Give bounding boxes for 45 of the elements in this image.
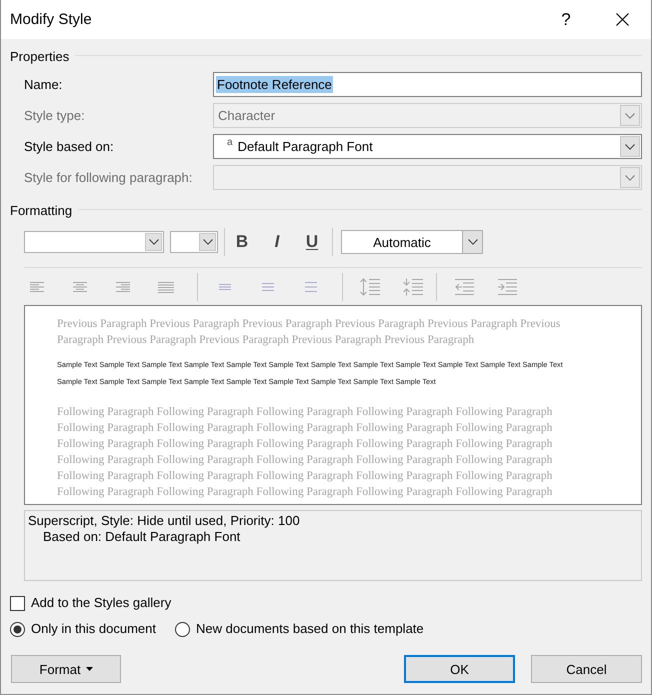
cancel-button[interactable]: Cancel <box>531 655 642 683</box>
dropdown-field[interactable]: a Default Paragraph Font <box>213 134 642 159</box>
radio-label[interactable]: New documents based on this template <box>196 621 424 637</box>
dropdown-button[interactable] <box>620 136 640 157</box>
color-value: Automatic <box>372 234 432 250</box>
dropdown-button[interactable] <box>462 231 482 253</box>
previous-paragraph-text: Previous Paragraph Previous Paragraph Previous Paragraph Previous Paragraph Previous Paragraph Previous Paragraph Previous Paragraph Previous Paragraph Previous Paragraph Previous Paragraph <box>57 317 562 348</box>
chevron-down-icon <box>625 112 635 118</box>
font-field[interactable] <box>24 231 164 253</box>
chevron-down-icon <box>468 239 478 245</box>
description-text: Superscript, Style: Hide until used, Priority: 100 <box>28 513 300 529</box>
group-heading: Formatting <box>10 203 72 219</box>
group-heading: Properties <box>10 49 70 65</box>
chevron-down-icon <box>625 174 635 180</box>
field-label: Style for following paragraph: <box>24 170 192 185</box>
chevron-down-icon <box>148 239 158 245</box>
field-label: Name: <box>24 77 62 92</box>
dropdown-button[interactable] <box>145 233 162 251</box>
radio-button[interactable] <box>175 622 190 636</box>
based-on-text: Based on: Default Paragraph Font <box>43 529 240 545</box>
window-title: Modify Style <box>10 11 92 28</box>
close-icon <box>616 13 628 26</box>
radio-button[interactable] <box>10 622 25 636</box>
underline-button[interactable]: U <box>297 230 327 254</box>
radio-label[interactable]: Only in this document <box>31 621 156 637</box>
chevron-down-icon <box>625 144 635 150</box>
field-label: Style type: <box>24 108 85 123</box>
format-button[interactable]: Format <box>11 655 121 683</box>
following-paragraph-text: Following Paragraph Following Paragraph Following Paragraph Following Paragraph Following Paragraph Following Paragraph Following Paragraph Following Paragraph Following Paragraph Following Paragraph Following Paragraph Following Paragraph Following Paragraph Following Paragraph Following Paragraph Following Paragraph Following Paragraph Following Paragraph Following Paragraph Following Paragraph Following Paragraph Following Paragraph Following Paragraph Following Paragraph Following Paragraph Following Paragraph Following Paragraph Following Paragraph Following Paragraph Following Paragraph <box>57 405 554 500</box>
dropdown-button[interactable] <box>199 233 216 251</box>
dropdown-value: Default Paragraph Font <box>238 139 374 154</box>
color-dropdown[interactable]: Automatic <box>341 230 483 254</box>
field-label: Style based on: <box>24 139 114 154</box>
size-field[interactable] <box>170 231 218 253</box>
italic-button[interactable]: I <box>262 230 292 254</box>
checkbox[interactable] <box>10 596 25 610</box>
character-style-glyph: a <box>227 138 233 148</box>
dropdown-value: Character <box>218 108 276 123</box>
checkbox-label[interactable]: Add to the Styles gallery <box>31 595 172 611</box>
chevron-down-icon <box>202 239 212 245</box>
help-button[interactable]: ? <box>551 4 581 34</box>
bold-button[interactable]: B <box>227 230 257 254</box>
text-field[interactable]: Footnote Reference <box>213 72 642 97</box>
caret-down-icon <box>86 667 93 671</box>
ok-button[interactable]: OK <box>404 655 515 683</box>
